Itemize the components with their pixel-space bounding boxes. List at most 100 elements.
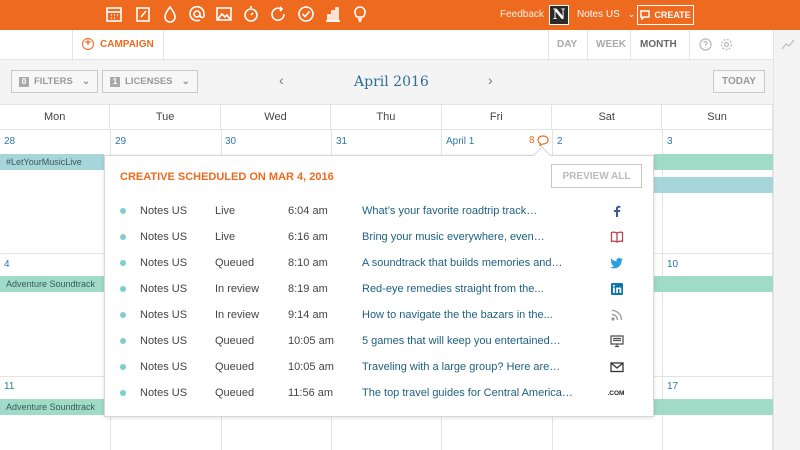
post-title-link[interactable]: Red-eye remedies straight from the...: [362, 283, 544, 295]
at-icon[interactable]: [187, 4, 207, 24]
post-title-link[interactable]: What’s your favorite roadtrip track…: [362, 205, 537, 217]
day-number[interactable]: 4: [4, 259, 10, 270]
right-panel-strip: [773, 30, 800, 450]
filters-dropdown[interactable]: 0 FILTERS ⌄: [11, 70, 99, 93]
gear-icon[interactable]: [720, 38, 733, 51]
chevron-down-icon: ⌄: [81, 76, 91, 87]
campaign-label: CAMPAIGN: [100, 38, 154, 50]
bar-chart-icon[interactable]: [323, 4, 343, 24]
tab-week[interactable]: WEEK: [596, 39, 626, 50]
day-number[interactable]: 29: [115, 136, 126, 147]
event-bar[interactable]: [654, 399, 773, 415]
tab-day[interactable]: DAY: [557, 39, 577, 50]
account-name: Notes US: [577, 9, 620, 20]
prev-month-icon[interactable]: ‹: [279, 72, 284, 88]
preview-all-button[interactable]: PREVIEW ALL: [551, 164, 642, 188]
post-title-link[interactable]: Traveling with a large group? Here are…: [362, 361, 560, 373]
list-item[interactable]: Notes US Queued 8:10 am A soundtrack tha…: [105, 250, 655, 276]
day-number[interactable]: 28: [4, 136, 15, 147]
day-number[interactable]: 17: [667, 381, 678, 392]
list-item[interactable]: Notes US In review 8:19 am Red-eye remed…: [105, 276, 655, 302]
refresh-icon[interactable]: [268, 4, 288, 24]
day-number[interactable]: 11: [4, 381, 14, 392]
post-title-link[interactable]: 5 games that will keep you entertained…: [362, 335, 561, 347]
edit-icon[interactable]: [133, 4, 153, 24]
facebook-icon: [609, 203, 625, 219]
month-title: April 2016: [354, 74, 429, 90]
status-dot: [120, 208, 126, 214]
tab-month[interactable]: MONTH: [640, 39, 677, 50]
add-campaign-button[interactable]: + CAMPAIGN: [82, 38, 154, 50]
list-item[interactable]: Notes US Queued 10:05 am Traveling with …: [105, 354, 655, 380]
weekday-header: Mon: [0, 105, 111, 130]
popover-title: CREATIVE SCHEDULED ON MAR 4, 2016: [120, 171, 334, 183]
time-cell: 9:14 am: [288, 309, 328, 321]
day-number[interactable]: 2: [557, 136, 563, 147]
account-cell: Notes US: [140, 361, 188, 373]
scheduled-count-badge[interactable]: 8: [529, 135, 549, 146]
status-cell: Queued: [215, 335, 255, 347]
status-dot: [120, 390, 126, 396]
account-cell: Notes US: [140, 335, 188, 347]
filters-count: 0: [19, 76, 29, 87]
event-bar[interactable]: [654, 276, 773, 292]
status-dot: [120, 338, 126, 344]
status-dot: [120, 260, 126, 266]
check-icon[interactable]: [296, 4, 316, 24]
post-title-link[interactable]: A soundtrack that builds memories and…: [362, 257, 563, 269]
day-number[interactable]: 10: [667, 259, 678, 270]
time-cell: 6:04 am: [288, 205, 328, 217]
account-cell: Notes US: [140, 387, 188, 399]
event-bar[interactable]: [654, 177, 773, 193]
plus-circle-icon: +: [82, 38, 94, 50]
status-cell: Live: [215, 205, 236, 217]
list-item[interactable]: Notes US Live 6:04 am What’s your favori…: [105, 198, 655, 224]
next-month-icon[interactable]: ›: [488, 72, 493, 88]
scheduled-count: 8: [529, 135, 535, 146]
weekday-header: Tue: [110, 105, 221, 130]
event-bar[interactable]: Adventure Soundtrack: [0, 399, 104, 415]
dotcom-icon: .COM: [607, 389, 625, 397]
time-cell: 10:05 am: [288, 335, 334, 347]
list-item[interactable]: Notes US Queued 10:05 am 5 games that wi…: [105, 328, 655, 354]
drop-icon[interactable]: [160, 4, 180, 24]
day-number[interactable]: 3: [667, 136, 673, 147]
account-cell: Notes US: [140, 231, 188, 243]
licenses-dropdown[interactable]: 1 LICENSES ⌄: [102, 70, 198, 93]
create-button[interactable]: CREATE: [637, 5, 694, 25]
account-cell: Notes US: [140, 309, 188, 321]
status-cell: Queued: [215, 361, 255, 373]
lightbulb-icon[interactable]: [350, 4, 370, 24]
event-bar[interactable]: [654, 154, 773, 170]
list-item[interactable]: Notes US Live 6:16 am Bring your music e…: [105, 224, 655, 250]
weekday-header: Sat: [552, 105, 663, 130]
post-title-link[interactable]: The top travel guides for Central Americ…: [362, 387, 573, 399]
book-icon: [609, 229, 625, 245]
status-dot: [120, 286, 126, 292]
event-bar[interactable]: #LetYourMusicLive: [0, 154, 104, 170]
list-item[interactable]: Notes US Queued 11:56 am The top travel …: [105, 380, 655, 406]
weekday-header: Thu: [331, 105, 442, 130]
feedback-link[interactable]: Feedback: [500, 9, 544, 20]
status-dot: [120, 312, 126, 318]
create-label: CREATE: [654, 10, 691, 20]
help-icon[interactable]: [699, 38, 712, 51]
status-cell: Live: [215, 231, 236, 243]
event-bar[interactable]: Adventure Soundtrack: [0, 276, 104, 292]
day-number[interactable]: 31: [336, 136, 347, 147]
list-item[interactable]: Notes US In review 9:14 am How to naviga…: [105, 302, 655, 328]
account-selector[interactable]: Notes US ⌄: [577, 9, 635, 20]
post-title-link[interactable]: How to navigate the the bazars in the...: [362, 309, 553, 321]
image-icon[interactable]: [214, 4, 234, 24]
day-number[interactable]: 30: [225, 136, 236, 147]
licenses-count: 1: [110, 76, 120, 87]
day-number[interactable]: April 1: [446, 136, 474, 147]
calendar-icon[interactable]: [104, 4, 124, 24]
weekday-header: Fri: [441, 105, 552, 130]
stopwatch-icon[interactable]: [241, 4, 261, 24]
linkedin-icon: [609, 281, 625, 297]
post-title-link[interactable]: Bring your music everywhere, even…: [362, 231, 545, 243]
today-button[interactable]: TODAY: [713, 70, 765, 93]
status-cell: In review: [215, 309, 260, 321]
monitor-icon: [609, 333, 625, 349]
